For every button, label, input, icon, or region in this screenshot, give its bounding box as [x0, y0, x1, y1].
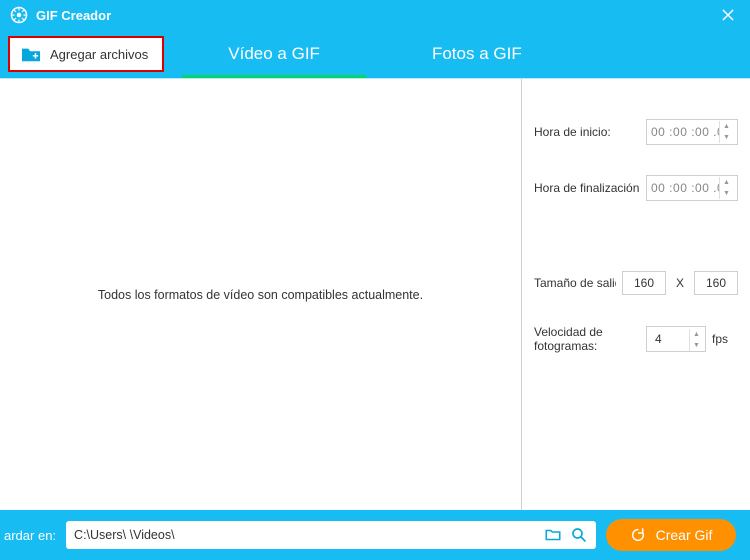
tab-photos-to-gif[interactable]: Fotos a GIF: [426, 30, 528, 78]
refresh-icon: [630, 527, 646, 543]
start-time-value: 00 :00 :00 .000: [651, 125, 719, 139]
titlebar: GIF Creador: [0, 0, 750, 30]
chevron-up-icon[interactable]: ▲: [690, 329, 703, 340]
output-width-input[interactable]: [622, 271, 666, 295]
fps-label: Velocidad de fotogramas:: [534, 325, 640, 353]
start-time-input[interactable]: 00 :00 :00 .000 ▲ ▼: [646, 119, 738, 145]
footer: ardar en: C:\Users\ \Videos\ Crear Gif: [0, 510, 750, 560]
start-time-spinner[interactable]: ▲ ▼: [719, 121, 733, 143]
end-time-row: Hora de finalización: 00 :00 :00 .000 ▲ …: [534, 175, 738, 201]
add-files-label: Agregar archivos: [50, 47, 148, 62]
close-icon: [721, 8, 735, 22]
end-time-spinner[interactable]: ▲ ▼: [719, 177, 733, 199]
tab-label: Vídeo a GIF: [228, 44, 320, 64]
main-area: Todos los formatos de vídeo son compatib…: [0, 78, 750, 510]
search-icon: [570, 526, 588, 544]
chevron-down-icon[interactable]: ▼: [720, 132, 733, 143]
end-time-input[interactable]: 00 :00 :00 .000 ▲ ▼: [646, 175, 738, 201]
app-window: GIF Creador Agregar archivos Vídeo a GIF…: [0, 0, 750, 560]
create-gif-button[interactable]: Crear Gif: [606, 519, 736, 551]
save-path-box: C:\Users\ \Videos\: [66, 521, 596, 549]
fps-value: 4: [655, 332, 662, 346]
open-folder-button[interactable]: [570, 526, 588, 544]
end-time-value: 00 :00 :00 .000: [651, 181, 719, 195]
preview-placeholder: Todos los formatos de vídeo son compatib…: [98, 288, 423, 302]
add-files-button[interactable]: Agregar archivos: [8, 36, 164, 72]
output-size-row: Tamaño de salida: X: [534, 271, 738, 295]
settings-pane: Hora de inicio: 00 :00 :00 .000 ▲ ▼ Hora…: [522, 79, 750, 510]
start-time-row: Hora de inicio: 00 :00 :00 .000 ▲ ▼: [534, 119, 738, 145]
preview-pane: Todos los formatos de vídeo son compatib…: [0, 79, 522, 510]
folder-icon: [544, 526, 562, 544]
app-icon: [10, 6, 28, 24]
save-in-label: ardar en:: [0, 528, 56, 543]
tab-label: Fotos a GIF: [432, 44, 522, 64]
add-file-icon: [20, 45, 42, 63]
tab-video-to-gif[interactable]: Vídeo a GIF: [222, 30, 326, 78]
browse-folder-button[interactable]: [544, 526, 562, 544]
output-height-input[interactable]: [694, 271, 738, 295]
fps-input[interactable]: 4 ▲ ▼: [646, 326, 706, 352]
chevron-down-icon[interactable]: ▼: [720, 188, 733, 199]
chevron-down-icon[interactable]: ▼: [690, 340, 703, 351]
chevron-up-icon[interactable]: ▲: [720, 177, 733, 188]
close-button[interactable]: [716, 3, 740, 27]
window-title: GIF Creador: [36, 8, 111, 23]
size-separator: X: [672, 276, 688, 290]
fps-row: Velocidad de fotogramas: 4 ▲ ▼ fps: [534, 325, 738, 353]
chevron-up-icon[interactable]: ▲: [720, 121, 733, 132]
save-path-input[interactable]: C:\Users\ \Videos\: [74, 528, 536, 542]
start-time-label: Hora de inicio:: [534, 125, 640, 139]
header: Agregar archivos Vídeo a GIF Fotos a GIF: [0, 30, 750, 78]
fps-spinner[interactable]: ▲ ▼: [689, 329, 703, 351]
end-time-label: Hora de finalización:: [534, 181, 640, 195]
create-gif-label: Crear Gif: [656, 527, 713, 543]
fps-unit: fps: [712, 332, 728, 346]
output-size-label: Tamaño de salida:: [534, 276, 616, 290]
